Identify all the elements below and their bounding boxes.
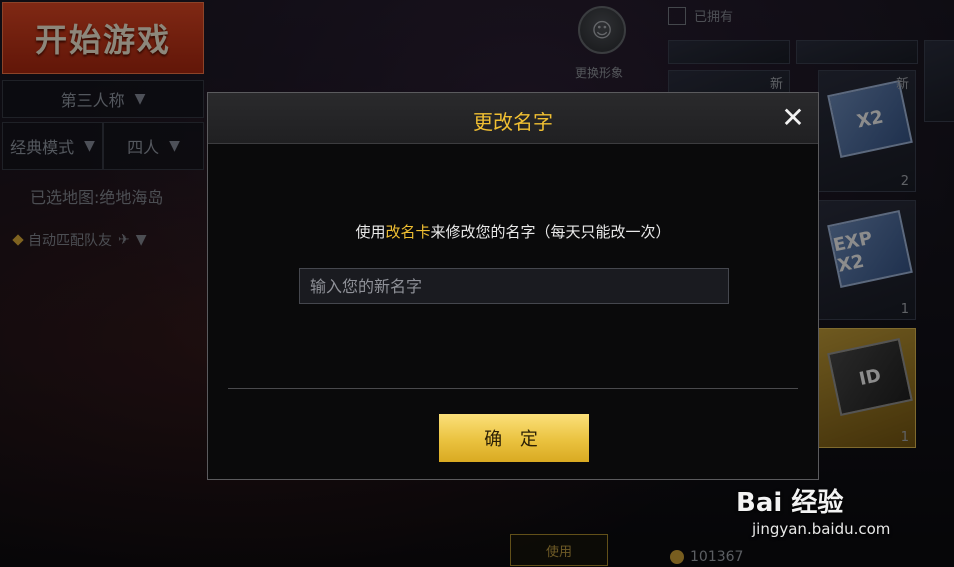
dialog-divider [228,388,798,389]
watermark-url: jingyan.baidu.com [752,520,891,538]
dialog-message: 使用改名卡来修改您的名字（每天只能改一次） [208,221,818,242]
new-name-input[interactable] [299,268,729,304]
message-prefix: 使用 [355,223,386,241]
dialog-title: 更改名字 [473,110,553,134]
close-icon[interactable]: ✕ [780,104,806,132]
rename-dialog: 更改名字 ✕ 使用改名卡来修改您的名字（每天只能改一次） 确 定 [207,92,819,480]
rename-card-link: 改名卡 [385,223,431,241]
confirm-button[interactable]: 确 定 [439,414,589,462]
baidu-watermark: Bai 经验 [736,482,843,519]
watermark-brand: Bai 经验 [736,488,844,518]
dialog-header: 更改名字 ✕ [208,93,818,144]
message-suffix: 来修改您的名字（每天只能改一次） [430,223,671,241]
